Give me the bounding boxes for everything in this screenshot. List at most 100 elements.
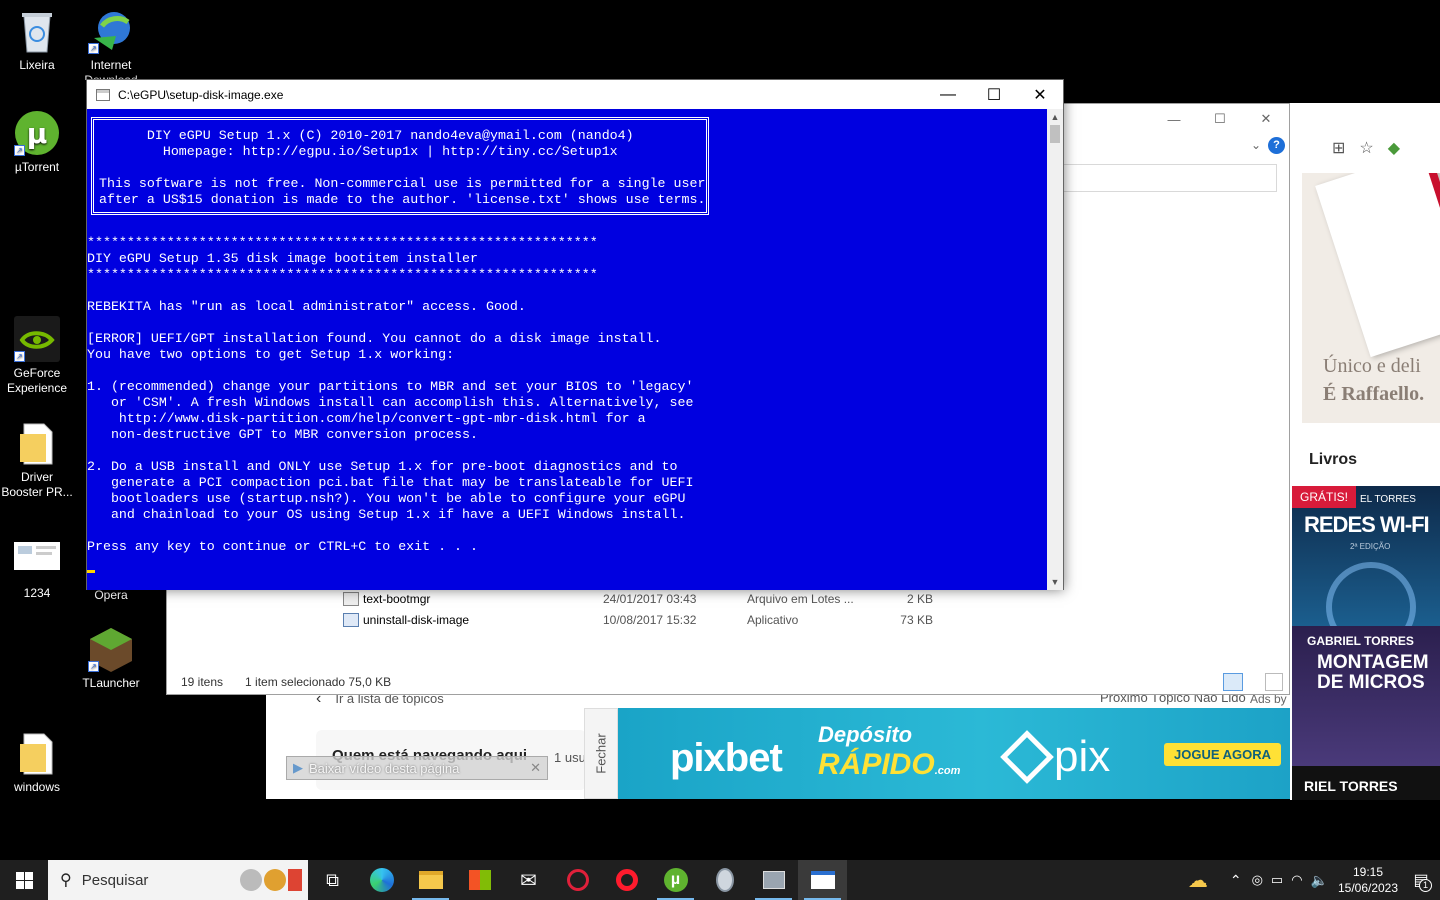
clock-date: 15/06/2023 bbox=[1337, 881, 1399, 895]
shortcut-arrow-icon: ↗ bbox=[88, 661, 99, 672]
play-now-button[interactable]: JOGUE AGORA bbox=[1164, 743, 1282, 766]
ad-close-tab[interactable]: Fechar bbox=[584, 708, 618, 799]
raffaello-ad[interactable]: Único e deli É Raffaello. bbox=[1302, 173, 1440, 423]
desktop-icon-label: µTorrent bbox=[14, 160, 60, 174]
taskbar-store[interactable] bbox=[455, 860, 504, 900]
close-icon[interactable]: ✕ bbox=[530, 760, 541, 776]
weather-icon[interactable]: ☁ bbox=[1188, 868, 1208, 893]
extension-icon[interactable]: ◆ bbox=[1388, 138, 1400, 158]
folder-icon bbox=[14, 420, 60, 466]
desktop-icon-internet-download-manager[interactable]: ↗ Internet Download Manager bbox=[74, 8, 148, 80]
help-icon[interactable]: ? bbox=[1268, 137, 1285, 154]
task-view-icon: ⧉ bbox=[326, 869, 339, 890]
system-tray: ☁ ⌃ ◎ ▭ ◠ 🔈 19:15 15/06/2023 ▤ 1 bbox=[1188, 860, 1440, 900]
taskbar-search[interactable]: ⚲ Pesquisar bbox=[48, 860, 308, 900]
taskbar-console[interactable] bbox=[798, 860, 847, 900]
minimize-button[interactable]: — bbox=[925, 80, 971, 109]
taskbar-edge[interactable] bbox=[357, 860, 406, 900]
taskbar-app-egg[interactable] bbox=[700, 860, 749, 900]
header-box: DIY eGPU Setup 1.x (C) 2010-2017 nando4e… bbox=[91, 117, 709, 215]
large-icons-view-icon[interactable] bbox=[1265, 673, 1283, 691]
console-line: Press any key to continue or CTRL+C to e… bbox=[87, 539, 478, 554]
webcam-icon[interactable]: ◎ bbox=[1252, 872, 1263, 888]
console-scrollbar[interactable]: ▲ ▼ bbox=[1047, 109, 1063, 590]
search-placeholder: Pesquisar bbox=[81, 871, 149, 889]
ad-headline-fast: RÁPIDO.com bbox=[818, 748, 961, 781]
utorrent-icon: µ bbox=[663, 868, 688, 892]
scrollbar-thumb[interactable] bbox=[1050, 125, 1060, 143]
maximize-button[interactable]: ☐ bbox=[971, 80, 1017, 109]
start-button[interactable] bbox=[0, 860, 48, 900]
taskbar-opera-gx[interactable] bbox=[553, 860, 602, 900]
scroll-down-icon[interactable]: ▼ bbox=[1047, 574, 1063, 590]
desktop-icon-label: Driver Booster PR... bbox=[1, 470, 73, 499]
ad-tagline: Único e deli bbox=[1323, 355, 1421, 377]
windows-logo-icon bbox=[15, 871, 33, 889]
desktop-icon-label: windows bbox=[13, 780, 61, 794]
book-title: MONTAGEM bbox=[1317, 652, 1429, 673]
books-heading: Livros bbox=[1309, 451, 1358, 468]
clock[interactable]: 19:15 15/06/2023 bbox=[1334, 864, 1402, 896]
favorites-icon[interactable]: ☆ bbox=[1359, 138, 1373, 158]
console-line: ****************************************… bbox=[87, 267, 598, 282]
taskbar-file-explorer[interactable] bbox=[406, 860, 455, 900]
details-view-icon[interactable] bbox=[1223, 673, 1243, 691]
console-icon bbox=[810, 871, 835, 889]
taskbar-utorrent[interactable]: µ bbox=[651, 860, 700, 900]
pixbet-ad-banner[interactable]: pixbet Depósito RÁPIDO.com pix JOGUE AGO… bbox=[618, 708, 1346, 799]
book-author: RIEL TORRES bbox=[1304, 778, 1398, 794]
taskbar-opera[interactable] bbox=[602, 860, 651, 900]
desktop-icon-opera[interactable]: Opera bbox=[74, 588, 148, 603]
file-row[interactable]: uninstall-disk-image 10/08/2017 15:32 Ap… bbox=[343, 610, 933, 630]
volume-icon[interactable]: 🔈 bbox=[1311, 872, 1328, 889]
show-hidden-icons-icon[interactable]: ⌃ bbox=[1230, 872, 1242, 889]
address-bar[interactable] bbox=[1063, 164, 1277, 192]
desktop-icon-1234[interactable]: 1234 bbox=[0, 536, 74, 601]
console-titlebar[interactable]: C:\eGPU\setup-disk-image.exe — ☐ ✕ bbox=[87, 80, 1063, 109]
wifi-icon[interactable]: ◠ bbox=[1291, 872, 1302, 888]
desktop-icon-tlauncher[interactable]: ↗ TLauncher bbox=[74, 626, 148, 691]
split-screen-icon[interactable]: ⊞ bbox=[1332, 138, 1345, 158]
maximize-button[interactable]: ☐ bbox=[1197, 104, 1243, 134]
free-badge: GRÁTIS! bbox=[1292, 486, 1357, 508]
console-output[interactable]: DIY eGPU Setup 1.x (C) 2010-2017 nando4e… bbox=[87, 109, 1048, 590]
shortcut-arrow-icon: ↗ bbox=[88, 43, 99, 54]
task-view-button[interactable]: ⧉ bbox=[308, 860, 357, 900]
book-author: EL TORRES bbox=[1360, 494, 1416, 505]
clock-time: 19:15 bbox=[1352, 865, 1384, 879]
battery-icon[interactable]: ▭ bbox=[1271, 872, 1283, 888]
taskbar-setup-app[interactable] bbox=[749, 860, 798, 900]
desktop-icon-driver-booster[interactable]: Driver Booster PR... bbox=[0, 420, 74, 500]
close-button[interactable]: ✕ bbox=[1243, 104, 1289, 134]
desktop-icon-windows-folder[interactable]: windows bbox=[0, 730, 74, 795]
internet-download-manager-icon: ↗ bbox=[88, 8, 134, 54]
wifi-icon bbox=[1326, 562, 1416, 626]
console-line: DIY eGPU Setup 1.x (C) 2010-2017 nando4e… bbox=[99, 128, 634, 143]
desktop-icon-label: GeForce Experience bbox=[6, 366, 68, 395]
recycle-bin-icon bbox=[14, 8, 60, 54]
console-line: http://www.disk-partition.com/help/conve… bbox=[87, 411, 646, 426]
book-montagem-micros[interactable]: GABRIEL TORRES MONTAGEM DE MICROS bbox=[1292, 626, 1440, 766]
desktop-icon-geforce-experience[interactable]: ↗ GeForce Experience bbox=[0, 316, 74, 396]
desktop-icon-utorrent[interactable]: µ ↗ µTorrent bbox=[0, 110, 74, 175]
close-button[interactable]: ✕ bbox=[1017, 80, 1063, 109]
application-icon bbox=[343, 613, 359, 627]
ribbon-expand-icon[interactable]: ⌄ bbox=[1251, 138, 1261, 152]
minimize-button[interactable]: — bbox=[1151, 104, 1197, 134]
file-row[interactable]: text-bootmgr 24/01/2017 03:43 Arquivo em… bbox=[343, 589, 933, 609]
scroll-up-icon[interactable]: ▲ bbox=[1047, 109, 1063, 125]
console-line: ****************************************… bbox=[87, 235, 598, 250]
console-line: You have two options to get Setup 1.x wo… bbox=[87, 347, 455, 362]
notification-center-button[interactable]: ▤ 1 bbox=[1402, 860, 1440, 900]
geforce-experience-icon: ↗ bbox=[14, 316, 60, 362]
download-video-bar[interactable]: ▶ Baixar vídeo desta página ✕ bbox=[286, 756, 548, 780]
taskbar-mail[interactable]: ✉ bbox=[504, 860, 553, 900]
book-redes-wifi[interactable]: GRÁTIS! EL TORRES REDES WI-FI 2ª EDIÇÃO bbox=[1292, 486, 1440, 626]
console-line: 2. Do a USB install and ONLY use Setup 1… bbox=[87, 459, 678, 474]
desktop-icon-label: Lixeira bbox=[19, 58, 55, 72]
desktop-icon-recycle-bin[interactable]: Lixeira bbox=[0, 8, 74, 73]
notification-badge: 1 bbox=[1419, 879, 1432, 892]
book-third[interactable]: RIEL TORRES bbox=[1292, 766, 1440, 800]
console-title: C:\eGPU\setup-disk-image.exe bbox=[118, 87, 284, 102]
